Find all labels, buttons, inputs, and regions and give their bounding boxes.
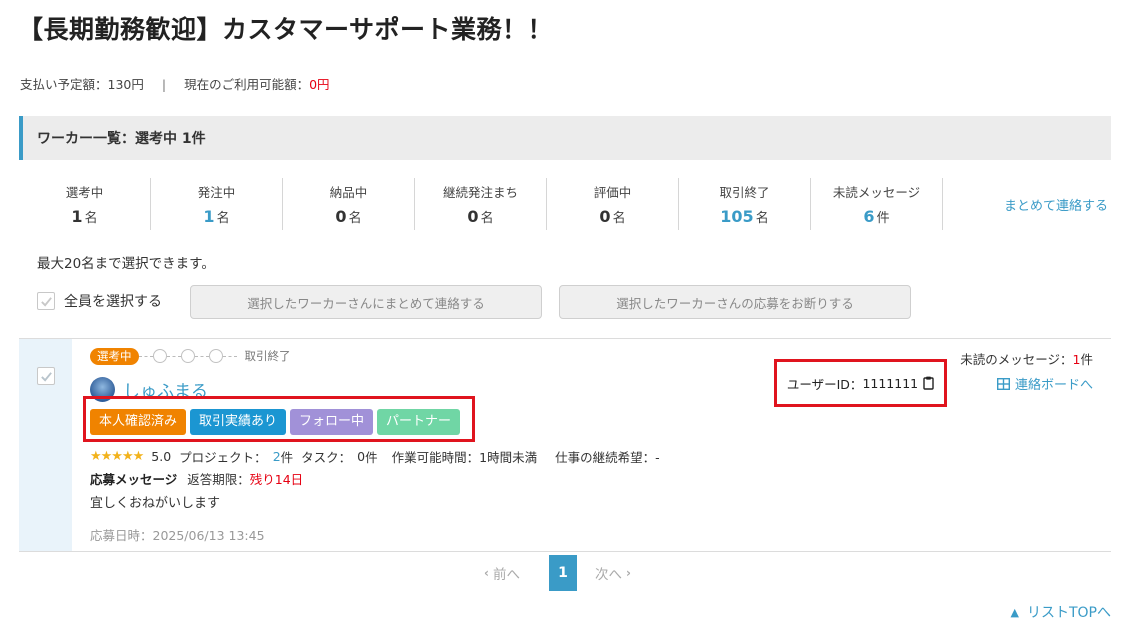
project-unit: 件 [280,450,294,465]
progress-dash [138,355,153,357]
stat-value: 105 名 [720,207,769,226]
stat-label: 選考中 [65,185,104,200]
apply-message-label: 応募メッセージ [90,472,178,487]
apply-message: 宜しくおねがいします [90,496,221,511]
check-icon [40,371,52,382]
planned-payment-label: 支払い予定額： [20,77,108,92]
worker-badges: 本人確認済み 取引実績あり フォロー中 パートナー [90,409,464,435]
apply-date: 応募日時：2025/06/13 13:45 [90,528,265,543]
select-all-label: 全員を選択する [64,294,162,310]
progress-dash [194,355,209,357]
user-id-highlight-box: ユーザーID： 1111111 [774,359,947,407]
budget-separator: | [161,77,167,92]
check-icon [40,296,52,307]
unread-messages: 未読のメッセージ：1件 [960,352,1093,367]
worker-list-title: ワーカー一覧：選考中 1件 [37,131,206,147]
stat-value: 0名 [335,207,362,226]
available-amount-value: 0円 [309,77,330,92]
worker-list-header: ワーカー一覧：選考中 1件 [19,116,1111,160]
planned-payment-value: 130円 [107,77,144,92]
clipboard-icon[interactable] [923,376,934,390]
select-all-row[interactable]: 全員を選択する [37,291,162,311]
stat-value: 1名 [203,207,230,226]
stat-awaiting-continuation[interactable]: 継続発注まち 0名 [415,178,547,230]
stat-screening[interactable]: 選考中 1名 [19,178,151,230]
stat-label: 納品中 [329,185,368,200]
select-all-checkbox[interactable] [37,292,55,310]
page-number-current[interactable]: 1 [548,555,577,591]
badge-transaction-history: 取引実績あり [190,409,287,435]
status-progress: 選考中 取引終了 [90,347,291,365]
contact-selected-button[interactable]: 選択したワーカーさんにまとめて連絡する [190,285,542,319]
stat-label: 未読メッセージ [832,185,921,200]
progress-step [180,349,195,363]
task-label: タスク： [301,450,352,465]
table-icon [996,377,1010,390]
continuation-wish: 仕事の継続希望：- [555,450,660,465]
stat-completed[interactable]: 取引終了 105 名 [679,178,811,230]
task-unit: 件 [365,450,378,465]
stat-evaluating[interactable]: 評価中 0名 [547,178,679,230]
apply-info: 応募メッセージ 返答期限：残り14日 [90,469,303,488]
worker-name-link[interactable]: しゅふまる [123,377,208,402]
worker-list-page: 【長期勤務歓迎】カスタマーサポート業務！！ 支払い予定額：130円 | 現在のご… [0,0,1135,635]
budget-summary: 支払い予定額：130円 | 現在のご利用可能額：0円 [20,74,330,93]
rating-value: 5.0 [151,449,172,464]
stat-delivering[interactable]: 納品中 0名 [283,178,415,230]
task-count: 0 [357,449,366,464]
progress-end-label: 取引終了 [244,349,291,363]
stat-value: 6件 [863,207,890,226]
user-id-value: 1111111 [862,375,919,391]
progress-dash [166,355,181,357]
user-id-label: ユーザーID： [786,376,863,392]
list-top-link[interactable]: ▲ リストTOPへ [1011,602,1111,622]
deadline-value: 残り14日 [249,472,304,487]
decline-selected-button[interactable]: 選択したワーカーさんの応募をお断りする [559,285,911,319]
page-title: 【長期勤務歓迎】カスタマーサポート業務！！ [18,15,554,44]
chevron-left-icon: ‹ [484,566,489,580]
stat-value: 1名 [71,207,98,226]
prev-page-button[interactable]: ‹ 前へ [484,563,520,583]
stat-value: 0名 [467,207,494,226]
message-board-link[interactable]: 連絡ボードへ [996,374,1093,393]
badge-identity-verified: 本人確認済み [90,409,187,435]
chevron-up-icon: ▲ [1010,605,1019,619]
pagination: ‹ 前へ 1 次へ › [484,555,631,591]
list-top-label: リストTOPへ [1026,605,1111,621]
worker-meta: ★★★★★ 5.0 プロジェクト： 2 件 タスク： 0 件 作業可能時間：1時… [90,447,660,466]
chevron-right-icon: › [625,566,631,580]
project-count[interactable]: 2 [273,449,281,464]
progress-step [152,349,167,363]
stat-unread-messages[interactable]: 未読メッセージ 6件 [811,178,943,230]
avatar[interactable] [90,377,115,402]
worker-select-column [19,339,72,551]
stat-label: 評価中 [593,185,632,200]
deadline-label: 返答期限： [187,472,250,487]
stat-label: 取引終了 [719,185,770,200]
badge-following: フォロー中 [290,409,374,435]
contact-all-link[interactable]: まとめて連絡する [1004,195,1108,214]
status-stats: 選考中 1名 発注中 1名 納品中 0名 継続発注まち 0名 評価中 0名 取引… [19,178,943,230]
work-hours: 作業可能時間：1時間未満 [391,450,538,465]
worker-identity: しゅふまる [90,377,208,402]
badge-partner: パートナー [377,409,461,435]
next-page-button[interactable]: 次へ › [595,563,631,583]
available-amount-label: 現在のご利用可能額： [184,77,310,92]
stat-label: 継続発注まち [442,185,518,200]
worker-card: 選考中 取引終了 しゅふまる 本人確認済み 取引実績あり フォロー中 パートナー… [19,338,1111,552]
progress-dash [222,355,237,357]
stat-value: 0名 [599,207,626,226]
worker-checkbox[interactable] [37,367,55,385]
status-badge: 選考中 [90,347,139,365]
max-selection-note: 最大20名まで選択できます。 [37,256,215,272]
project-label: プロジェクト： [179,450,267,465]
rating-stars: ★★★★★ [90,449,144,464]
progress-step [208,349,223,363]
stat-ordering[interactable]: 発注中 1名 [151,178,283,230]
stat-label: 発注中 [197,185,236,200]
message-board-label: 連絡ボードへ [1014,378,1093,393]
